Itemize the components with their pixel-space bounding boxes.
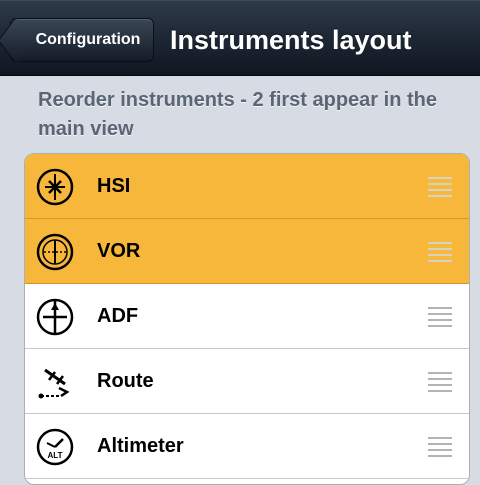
- list-item-label: ADF: [97, 304, 139, 327]
- hsi-icon: [36, 168, 74, 206]
- altimeter-icon-text: ALT: [48, 451, 63, 460]
- list-item-route[interactable]: Route: [25, 349, 469, 414]
- page-title: Instruments layout: [170, 25, 412, 55]
- reorder-handle-icon[interactable]: [428, 307, 452, 327]
- reorder-handle-icon[interactable]: [428, 177, 452, 197]
- section-header: Reorder instruments - 2 first appear in …: [38, 89, 437, 140]
- route-icon: [38, 368, 70, 399]
- list-item-label: Altimeter: [97, 434, 184, 457]
- instrument-list: HSI VOR ADF Route ALT Altimeter: [24, 153, 470, 485]
- vor-icon: [36, 233, 74, 271]
- back-button[interactable]: Configuration: [10, 18, 154, 62]
- list-item-altimeter[interactable]: ALT Altimeter: [25, 414, 469, 479]
- list-item-hsi[interactable]: HSI: [25, 154, 469, 219]
- list-item-label: Route: [97, 369, 154, 392]
- list-item-adf[interactable]: ADF: [25, 284, 469, 349]
- back-button-label: Configuration: [35, 31, 141, 48]
- reorder-handle-icon[interactable]: [428, 242, 452, 262]
- navigation-bar: Configuration Instruments layout: [0, 0, 480, 76]
- altimeter-icon: ALT: [36, 428, 74, 466]
- reorder-handle-icon[interactable]: [428, 437, 452, 457]
- list-item-label: HSI: [97, 174, 131, 197]
- list-item-vor[interactable]: VOR: [25, 219, 469, 284]
- list-item-label: VOR: [97, 239, 141, 262]
- reorder-handle-icon[interactable]: [428, 372, 452, 392]
- adf-icon: [36, 298, 74, 336]
